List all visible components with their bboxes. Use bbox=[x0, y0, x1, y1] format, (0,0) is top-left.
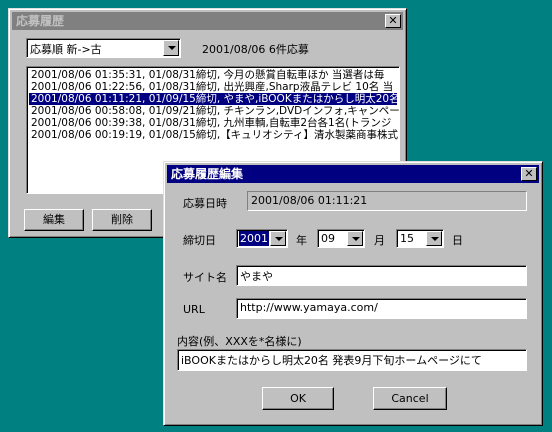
deadline-day-select[interactable]: 15 bbox=[396, 229, 444, 248]
history-rows: 2001/08/06 01:35:31, 01/08/31締切, 今月の懸賞自転… bbox=[29, 69, 399, 141]
site-name-label: サイト名 bbox=[183, 271, 227, 284]
chevron-down-icon[interactable] bbox=[347, 231, 363, 246]
list-item[interactable]: 2001/08/06 01:35:31, 01/08/31締切, 今月の懸賞自転… bbox=[29, 69, 397, 81]
edit-dialog: 応募履歴編集 ✕ 応募日時 2001/08/06 01:11:21 締切日 20… bbox=[163, 161, 543, 426]
deadline-day-value: 15 bbox=[400, 232, 414, 245]
delete-button[interactable]: 削除 bbox=[92, 209, 152, 231]
content-label: 内容(例、XXXを*名様に) bbox=[177, 335, 302, 348]
deadline-month-select[interactable]: 09 bbox=[317, 229, 365, 248]
chevron-down-icon[interactable] bbox=[270, 231, 286, 246]
history-summary: 2001/08/06 6件応募 bbox=[202, 43, 309, 56]
delete-button-label: 削除 bbox=[111, 213, 133, 226]
cancel-button[interactable]: Cancel bbox=[373, 387, 447, 410]
content-input[interactable]: iBOOKまたはからし明太20名 発表9月下旬ホームページにて bbox=[177, 349, 527, 371]
site-name-value: やまや bbox=[240, 270, 273, 283]
ok-button[interactable]: OK bbox=[262, 387, 334, 410]
list-item[interactable]: 2001/08/06 00:58:08, 01/09/21締切, チキンラン,D… bbox=[29, 105, 399, 117]
edit-button[interactable]: 編集 bbox=[24, 209, 84, 231]
url-label: URL bbox=[183, 303, 205, 316]
sort-order-select[interactable]: 応募順 新->古 bbox=[26, 38, 181, 58]
url-input[interactable]: http://www.yamaya.com/ bbox=[236, 298, 527, 319]
deadline-year-value: 2001 bbox=[239, 231, 269, 246]
close-icon[interactable]: ✕ bbox=[521, 167, 537, 181]
edit-dialog-titlebar[interactable]: 応募履歴編集 ✕ bbox=[167, 165, 539, 183]
month-unit: 月 bbox=[374, 234, 385, 247]
ok-button-label: OK bbox=[290, 392, 306, 405]
url-value: http://www.yamaya.com/ bbox=[240, 301, 378, 314]
deadline-label: 締切日 bbox=[183, 234, 216, 247]
chevron-down-icon[interactable] bbox=[163, 40, 179, 56]
chevron-down-icon[interactable] bbox=[426, 231, 442, 246]
history-window-title: 応募履歴 bbox=[16, 14, 65, 28]
history-window-titlebar[interactable]: 応募履歴 ✕ bbox=[12, 12, 403, 30]
applied-datetime-label: 応募日時 bbox=[183, 197, 227, 210]
day-unit: 日 bbox=[452, 234, 463, 247]
deadline-month-value: 09 bbox=[321, 232, 335, 245]
content-value: iBOOKまたはからし明太20名 発表9月下旬ホームページにて bbox=[181, 354, 482, 367]
list-item[interactable]: 2001/08/06 01:11:21, 01/09/15締切, やまや,iBO… bbox=[29, 93, 399, 105]
edit-button-label: 編集 bbox=[43, 213, 65, 226]
site-name-input[interactable]: やまや bbox=[236, 265, 527, 286]
list-item[interactable]: 2001/08/06 00:39:38, 01/08/31締切, 九州車輌,自転… bbox=[29, 117, 397, 129]
list-item[interactable]: 2001/08/06 00:19:19, 01/08/15締切,【キュリオシティ… bbox=[29, 129, 398, 141]
applied-datetime-field: 2001/08/06 01:11:21 bbox=[247, 191, 527, 211]
edit-dialog-title: 応募履歴編集 bbox=[171, 167, 244, 181]
cancel-button-label: Cancel bbox=[391, 392, 429, 405]
close-icon[interactable]: ✕ bbox=[385, 14, 401, 28]
sort-order-value: 応募順 新->古 bbox=[30, 43, 102, 56]
applied-datetime-value: 2001/08/06 01:11:21 bbox=[251, 194, 368, 207]
year-unit: 年 bbox=[296, 234, 307, 247]
deadline-year-select[interactable]: 2001 bbox=[236, 229, 288, 248]
list-item[interactable]: 2001/08/06 01:22:56, 01/08/31締切, 出光興産,Sh… bbox=[29, 81, 397, 93]
